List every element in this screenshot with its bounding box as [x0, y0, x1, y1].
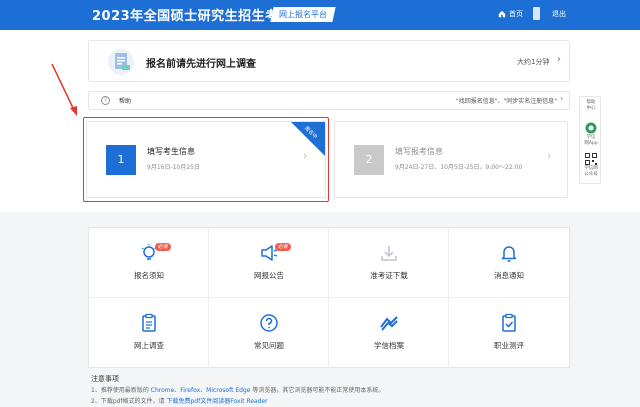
clipboard-icon [142, 313, 156, 332]
browser-links[interactable]: Chrome、Firefox、Microsoft Edge [151, 387, 251, 394]
notice-label: 帮助 [119, 98, 132, 105]
pdf-reader-link[interactable]: 下载免费pdf文件阅读器Foxit Reader [166, 398, 267, 405]
side-float-toolbar: 帮助 中心 学信 网App 学信网 公众号 [579, 96, 601, 184]
help-icon: ? [101, 96, 110, 105]
menu-label: 学信档案 [374, 341, 404, 350]
menu-label: 网报公告 [254, 271, 284, 280]
step-card-exam-info[interactable]: 2 填写报考信息 9月24日-27日、10月5日-25日，9:00～22:00 … [334, 121, 568, 198]
required-badge: 必读 [155, 243, 172, 251]
chevron-right-icon: › [547, 149, 552, 162]
required-badge: 必读 [275, 243, 292, 251]
notes-text: 1、推荐使用最新版的 [91, 387, 149, 394]
platform-tag: 网上报名平台 [270, 7, 336, 22]
help-center-label-2: 中心 [586, 106, 596, 111]
assessment-icon [502, 313, 516, 332]
menu-label: 常见问题 [254, 341, 284, 350]
home-icon [498, 10, 506, 18]
menu-label: 消息通知 [494, 271, 524, 280]
question-icon [260, 314, 278, 332]
archive-icon [380, 316, 398, 331]
menu-item-registration-notice[interactable]: 必读 报名须知 [89, 228, 209, 298]
survey-time: 大约1分钟 [517, 58, 550, 66]
home-link[interactable]: 首页 [498, 9, 523, 19]
survey-title: 报名前请先进行网上调查 [146, 59, 256, 70]
help-center-link[interactable]: 帮助 中心 [580, 100, 602, 112]
survey-banner[interactable]: 报名前请先进行网上调查 大约1分钟 › [88, 40, 570, 82]
download-icon [381, 246, 397, 261]
step-number: 2 [354, 145, 384, 175]
menu-item-online-survey[interactable]: 网上调查 [89, 298, 209, 368]
notes-line-browsers: 1、推荐使用最新版的 Chrome、Firefox、Microsoft Edge… [91, 385, 384, 394]
bell-icon [501, 246, 517, 262]
notes-text: 等浏览器，其它浏览器可能不能正常使用本系统。 [252, 387, 385, 394]
menu-item-notifications[interactable]: 消息通知 [449, 228, 569, 298]
notice-text: "找回报名信息"、"同步实名注册信息" [456, 98, 558, 105]
wechat-qr-link[interactable]: 学信网 公众号 [580, 153, 602, 178]
app-qr-link[interactable]: 学信 网App [580, 122, 602, 147]
step-dates: 9月24日-27日、10月5日-25日，9:00～22:00 [395, 164, 523, 171]
site-title: 2023年全国硕士研究生招生考试 [92, 9, 293, 24]
logout-link[interactable]: 退出 [552, 9, 566, 19]
menu-item-admission-ticket[interactable]: 准考证下载 [329, 228, 449, 298]
menu-label: 报名须知 [134, 271, 164, 280]
chevron-right-icon: › [560, 94, 564, 103]
service-menu-grid: 必读 报名须知 必读 网报公告 准考证下载 消息通知 网上调查 常见问题 学信档… [88, 227, 570, 368]
notes-line-pdf: 2、下载pdf格式的文件，请 下载免费pdf文件阅读器Foxit Reader [91, 396, 268, 405]
chevron-right-icon: › [557, 54, 561, 65]
qr-code-icon [585, 153, 597, 165]
step-title: 填写报考信息 [395, 147, 443, 156]
app-logo-icon [585, 122, 597, 134]
menu-item-career-assessment[interactable]: 职业测评 [449, 298, 569, 368]
menu-label: 网上调查 [134, 341, 164, 350]
app-label-2: 网App [584, 141, 598, 146]
notes-text: 2、下载pdf格式的文件，请 [91, 398, 165, 405]
wechat-label-2: 公众号 [584, 172, 598, 177]
home-link-label: 首页 [509, 10, 523, 18]
help-notice-bar[interactable]: ? 帮助 "找回报名信息"、"同步实名注册信息" › [88, 91, 570, 110]
menu-item-student-archive[interactable]: 学信档案 [329, 298, 449, 368]
menu-item-announcements[interactable]: 必读 网报公告 [209, 228, 329, 298]
menu-label: 职业测评 [494, 341, 524, 350]
survey-document-icon [108, 49, 134, 75]
menu-label: 准考证下载 [370, 271, 408, 280]
menu-item-faq[interactable]: 常见问题 [209, 298, 329, 368]
avatar[interactable] [533, 7, 540, 20]
top-header: 2023年全国硕士研究生招生考试 网上报名平台 首页 退出 [0, 0, 640, 30]
highlight-annotation-box [83, 117, 329, 202]
notes-title: 注意事项 [91, 375, 119, 383]
